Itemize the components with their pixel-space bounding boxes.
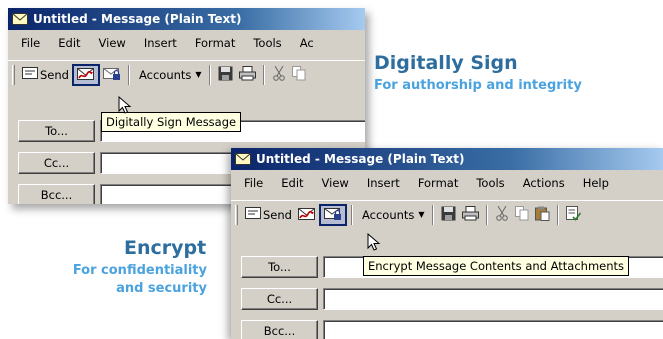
print-button[interactable]	[236, 64, 259, 86]
sign-callout-subtitle: For authorship and integrity	[374, 78, 582, 93]
send-button[interactable]: Send	[19, 64, 72, 86]
title-bar[interactable]: Untitled - Message (Plain Text)	[231, 148, 663, 170]
toolbar-grip[interactable]	[12, 64, 15, 85]
bcc-field[interactable]	[323, 320, 663, 339]
check-names-icon	[565, 205, 581, 224]
copy-icon	[514, 205, 529, 224]
menu-file[interactable]: File	[235, 176, 272, 190]
copy-button[interactable]	[512, 204, 532, 226]
to-button[interactable]: To...	[241, 256, 318, 278]
envelope-icon	[12, 13, 28, 25]
print-icon	[238, 65, 256, 84]
copy-icon	[291, 65, 306, 84]
bcc-row: Bcc...	[231, 320, 663, 339]
encrypt-tooltip: Encrypt Message Contents and Attachments	[363, 256, 630, 276]
toolbar-separator	[127, 64, 130, 85]
toolbar-separator	[350, 204, 353, 225]
digitally-sign-button[interactable]	[295, 204, 319, 226]
send-icon	[245, 207, 261, 222]
standard-toolbar: Send Accounts ▼	[8, 60, 365, 88]
accounts-label: Accounts	[138, 67, 192, 82]
cursor-icon	[367, 232, 383, 253]
toolbar-separator	[485, 204, 488, 225]
toolbar-separator	[556, 204, 559, 225]
menu-view[interactable]: View	[90, 36, 135, 50]
menu-bar: File Edit View Insert Format Tools Actio…	[231, 170, 663, 196]
check-names-button[interactable]	[563, 204, 584, 226]
menu-edit[interactable]: Edit	[49, 36, 89, 50]
encrypt-callout-subtitle-2: and security	[116, 281, 207, 296]
menu-format[interactable]: Format	[409, 176, 468, 190]
menu-edit[interactable]: Edit	[272, 176, 312, 190]
send-icon	[22, 67, 38, 82]
cut-button[interactable]	[492, 204, 512, 226]
menu-actions[interactable]: Ac	[291, 36, 323, 50]
copy-button[interactable]	[289, 64, 309, 86]
cut-icon	[272, 65, 286, 84]
send-label: Send	[263, 207, 292, 222]
bcc-button[interactable]: Bcc...	[18, 184, 95, 204]
menu-view[interactable]: View	[313, 176, 358, 190]
print-icon	[461, 205, 479, 224]
toolbar-separator	[431, 204, 434, 225]
toolbar-grip[interactable]	[235, 204, 238, 225]
sign-callout-title: Digitally Sign	[374, 52, 518, 74]
send-button[interactable]: Send	[242, 204, 295, 226]
save-button[interactable]	[215, 64, 236, 86]
message-window-encrypt: Untitled - Message (Plain Text) File Edi…	[231, 148, 663, 339]
menu-format[interactable]: Format	[186, 36, 245, 50]
to-button[interactable]: To...	[18, 120, 95, 142]
save-icon	[441, 206, 456, 224]
send-label: Send	[40, 67, 69, 82]
toolbar-separator	[262, 64, 265, 85]
cc-button[interactable]: Cc...	[18, 152, 95, 174]
menu-tools[interactable]: Tools	[244, 36, 290, 50]
menu-bar: File Edit View Insert Format Tools Ac	[8, 30, 365, 56]
paste-button[interactable]	[532, 204, 553, 226]
accounts-button[interactable]: Accounts ▼	[134, 64, 205, 86]
cursor-icon	[118, 95, 134, 116]
sign-icon	[297, 206, 316, 224]
menu-file[interactable]: File	[12, 36, 49, 50]
cut-icon	[495, 205, 509, 224]
title-bar[interactable]: Untitled - Message (Plain Text)	[8, 8, 365, 30]
envelope-icon	[235, 153, 251, 165]
paste-icon	[534, 206, 550, 224]
accounts-button[interactable]: Accounts ▼	[357, 204, 428, 226]
accounts-label: Accounts	[361, 207, 415, 222]
sign-icon	[76, 66, 95, 84]
menu-insert[interactable]: Insert	[135, 36, 186, 50]
encrypt-callout-subtitle-1: For confidentiality	[72, 263, 207, 278]
cc-button[interactable]: Cc...	[241, 288, 318, 310]
chevron-down-icon: ▼	[418, 210, 425, 219]
save-icon	[218, 66, 233, 84]
save-button[interactable]	[438, 204, 459, 226]
menu-tools[interactable]: Tools	[467, 176, 513, 190]
encrypt-button[interactable]	[100, 64, 124, 86]
menu-actions[interactable]: Actions	[514, 176, 574, 190]
encrypt-callout-title: Encrypt	[124, 237, 207, 259]
cut-button[interactable]	[269, 64, 289, 86]
menu-insert[interactable]: Insert	[358, 176, 409, 190]
encrypt-icon	[102, 66, 121, 84]
cc-row: Cc...	[231, 288, 663, 314]
encrypt-button[interactable]	[318, 203, 347, 226]
window-title: Untitled - Message (Plain Text)	[256, 152, 465, 166]
chevron-down-icon: ▼	[195, 70, 202, 79]
menu-help[interactable]: Help	[574, 176, 618, 190]
encrypt-icon	[323, 206, 342, 224]
toolbar-separator	[208, 64, 211, 85]
bcc-button[interactable]: Bcc...	[241, 320, 318, 339]
standard-toolbar: Send Accounts ▼	[231, 200, 663, 228]
window-title: Untitled - Message (Plain Text)	[33, 12, 242, 26]
cc-field[interactable]	[323, 288, 663, 310]
digitally-sign-button[interactable]	[71, 63, 100, 86]
print-button[interactable]	[459, 204, 482, 226]
